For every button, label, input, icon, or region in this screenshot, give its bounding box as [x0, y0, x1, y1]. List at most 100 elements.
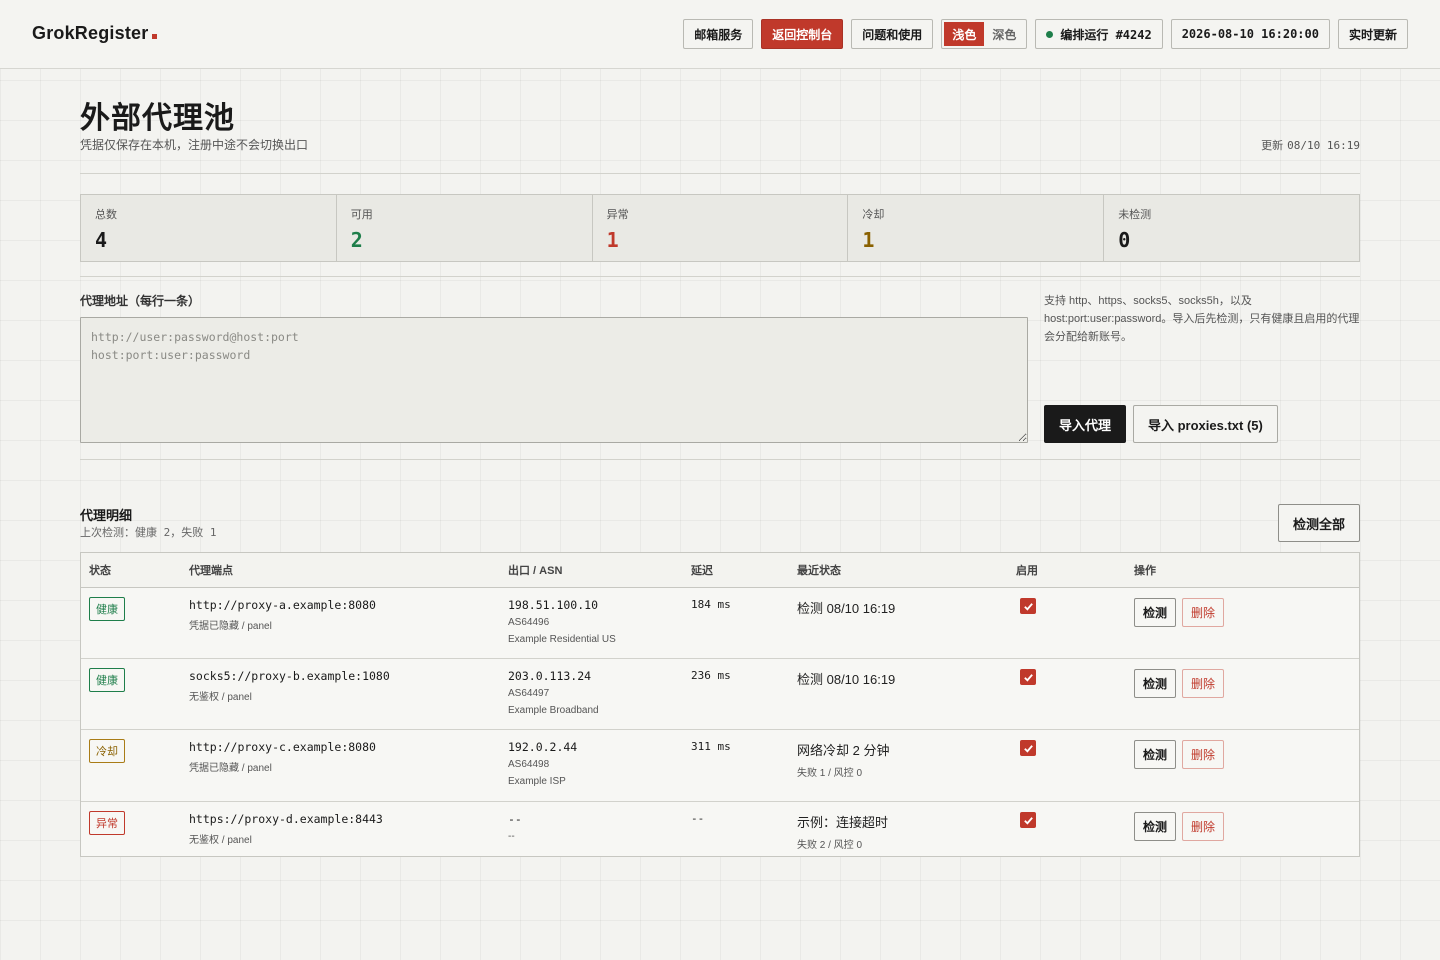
exit-ip: 192.0.2.44	[508, 740, 578, 754]
exit-ip: 198.51.100.10	[508, 598, 599, 612]
theme-toggle: 浅色 深色	[941, 19, 1028, 49]
latency: 236 ms	[691, 669, 731, 682]
build-status: 编排运行 #4242	[1035, 19, 1163, 49]
last-check-value: 健康 2，失败 1	[135, 526, 217, 539]
brand-logo[interactable]: GrokRegister	[32, 23, 148, 44]
page-title: 外部代理池	[80, 102, 235, 135]
stat-label: 冷却	[862, 209, 885, 221]
stat-label: 未检测	[1118, 209, 1152, 221]
stat-unchecked: 未检测 0	[1104, 195, 1359, 261]
delete-button[interactable]: 删除	[1182, 598, 1225, 627]
updated-label: 更新	[1261, 140, 1284, 152]
stat-label: 可用	[350, 209, 373, 221]
check-button[interactable]: 检测	[1134, 598, 1177, 627]
latency: 311 ms	[691, 740, 731, 753]
datetime-display: 2026-08-10 16:20:00	[1170, 19, 1330, 49]
asn: --	[508, 831, 515, 842]
latency: 184 ms	[691, 598, 731, 611]
check-icon	[1023, 673, 1033, 682]
check-button[interactable]: 检测	[1134, 812, 1177, 841]
stat-label: 异常	[606, 209, 629, 221]
status-badge: 异常	[89, 811, 125, 835]
divider	[80, 173, 1360, 174]
divider	[80, 459, 1360, 460]
help-button[interactable]: 问题和使用	[851, 19, 934, 49]
proxy-input-label: 代理地址（每行一条）	[80, 294, 201, 308]
table-row: 冷却 http://proxy-c.example:8080 凭据已隐藏 / p…	[81, 730, 1359, 802]
recent-status: 检测 08/10 16:19	[797, 672, 896, 687]
table-row: 健康 http://proxy-a.example:8080 凭据已隐藏 / p…	[81, 588, 1359, 659]
failure-counts: 失败 1 / 风控 0	[797, 768, 863, 779]
proxy-endpoint: https://proxy-d.example:8443	[189, 812, 383, 826]
failure-counts: 失败 2 / 风控 0	[797, 840, 863, 851]
column-header: 状态	[89, 565, 111, 577]
page-subtitle: 凭据仅保存在本机，注册中途不会切换出口	[80, 138, 309, 152]
asn-org: Example Broadband	[508, 705, 599, 716]
last-check-summary: 上次检测：健康 2，失败 1	[80, 524, 217, 540]
status-dot-icon	[1046, 30, 1054, 38]
check-icon	[1023, 602, 1033, 611]
import-proxy-button[interactable]: 导入代理	[1044, 405, 1127, 443]
stat-error: 异常 1	[593, 195, 849, 261]
back-to-console-button[interactable]: 返回控制台	[761, 19, 844, 49]
enabled-checkbox[interactable]	[1020, 669, 1036, 685]
stat-total: 总数 4	[81, 195, 337, 261]
enabled-checkbox[interactable]	[1020, 812, 1036, 828]
column-header: 操作	[1134, 565, 1156, 577]
asn-org: Example Residential US	[508, 634, 616, 645]
check-button[interactable]: 检测	[1134, 740, 1177, 769]
table-row: 异常 https://proxy-d.example:8443 无鉴权 / pa…	[81, 802, 1359, 856]
delete-button[interactable]: 删除	[1182, 740, 1225, 769]
column-header: 启用	[1016, 565, 1038, 577]
status-badge: 健康	[89, 668, 125, 692]
live-update-button[interactable]: 实时更新	[1337, 19, 1408, 49]
stat-available: 可用 2	[337, 195, 593, 261]
mail-service-button[interactable]: 邮箱服务	[683, 19, 754, 49]
build-label: 编排运行 #4242	[1060, 27, 1152, 42]
stat-label: 总数	[95, 209, 117, 221]
updated-timestamp: 更新 08/10 16:19	[1261, 137, 1360, 153]
recent-status: 示例：连接超时	[797, 815, 889, 830]
stat-value: 1	[606, 228, 619, 252]
recent-status: 网络冷却 2 分钟	[797, 743, 890, 758]
stat-value: 1	[862, 228, 875, 252]
stat-value: 0	[1118, 228, 1131, 252]
stats-bar: 总数 4 可用 2 异常 1 冷却 1 未检测 0	[80, 194, 1360, 262]
proxy-table: 状态 代理端点 出口 / ASN 延迟 最近状态 启用 操作 健康 http:/…	[80, 552, 1360, 857]
table-header: 状态 代理端点 出口 / ASN 延迟 最近状态 启用 操作	[81, 553, 1359, 588]
check-button[interactable]: 检测	[1134, 669, 1177, 698]
asn-org: Example ISP	[508, 776, 566, 787]
enabled-checkbox[interactable]	[1020, 740, 1036, 756]
proxy-auth: 无鉴权 / panel	[189, 835, 252, 846]
column-header: 出口 / ASN	[508, 565, 563, 577]
proxy-auth: 无鉴权 / panel	[189, 692, 252, 703]
recent-status: 检测 08/10 16:19	[797, 601, 896, 616]
latency: --	[691, 812, 705, 825]
brand-dot-icon	[152, 34, 157, 39]
table-row: 健康 socks5://proxy-b.example:1080 无鉴权 / p…	[81, 659, 1359, 730]
delete-button[interactable]: 删除	[1182, 812, 1225, 841]
updated-value: 08/10 16:19	[1287, 139, 1360, 152]
theme-light-option[interactable]: 浅色	[944, 22, 985, 46]
stat-cooldown: 冷却 1	[848, 195, 1105, 261]
proxy-endpoint: http://proxy-a.example:8080	[189, 598, 376, 612]
proxy-address-input[interactable]	[80, 317, 1028, 443]
theme-dark-option[interactable]: 深色	[984, 22, 1024, 46]
status-badge: 冷却	[89, 739, 125, 763]
section-title: 代理明细	[80, 508, 133, 523]
asn: AS64497	[508, 688, 550, 699]
delete-button[interactable]: 删除	[1182, 669, 1225, 698]
check-icon	[1023, 744, 1033, 753]
check-all-button[interactable]: 检测全部	[1277, 504, 1360, 542]
last-check-label: 上次检测：	[80, 527, 135, 539]
column-header: 最近状态	[797, 565, 841, 577]
enabled-checkbox[interactable]	[1020, 598, 1036, 614]
import-file-button[interactable]: 导入 proxies.txt (5)	[1133, 405, 1278, 443]
asn: AS64498	[508, 759, 550, 770]
status-badge: 健康	[89, 597, 125, 621]
divider	[80, 276, 1360, 277]
proxy-auth: 凭据已隐藏 / panel	[189, 763, 272, 774]
exit-ip: 203.0.113.24	[508, 669, 592, 683]
stat-value: 2	[350, 228, 363, 252]
proxy-endpoint: socks5://proxy-b.example:1080	[189, 669, 390, 683]
